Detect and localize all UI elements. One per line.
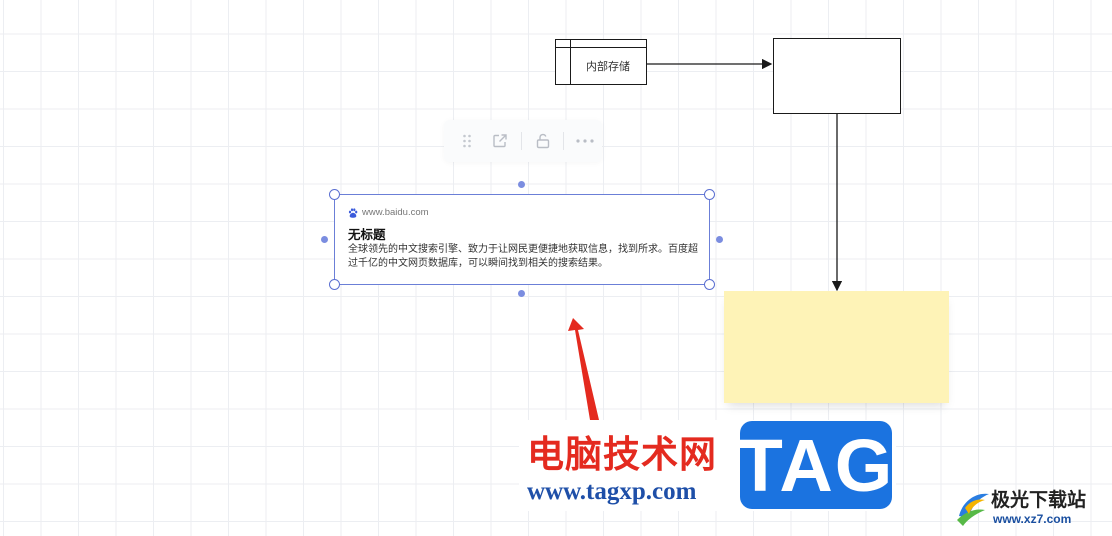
process-rectangle[interactable] [773, 38, 901, 114]
toolbar-separator [521, 132, 522, 150]
watermark-cn-text: 电脑技术网 [527, 433, 717, 476]
open-external-icon [493, 134, 507, 148]
open-link-button[interactable] [484, 124, 518, 158]
floating-toolbar [444, 120, 602, 162]
resize-handle-top-left[interactable] [329, 189, 340, 200]
resize-handle-bottom-right[interactable] [704, 279, 715, 290]
watermark-tag-logo: TAG [738, 421, 892, 509]
connector-point-bottom[interactable] [518, 290, 525, 297]
resize-handle-top-right[interactable] [704, 189, 715, 200]
resize-handle-bottom-left[interactable] [329, 279, 340, 290]
connector-point-left[interactable] [321, 236, 328, 243]
lock-button[interactable] [526, 124, 560, 158]
card-url-row: www.baidu.com [348, 207, 429, 218]
drag-handle-icon [462, 134, 471, 148]
toolbar-separator [563, 132, 565, 150]
card-title: 无标题 [348, 228, 386, 242]
red-pointer-arrow [568, 318, 599, 420]
card-description: 全球领先的中文搜索引擎、致力于让网民更便捷地获取信息，找到所求。百度超过千亿的中… [348, 244, 698, 269]
baidu-paw-icon [348, 207, 358, 218]
aurora-logo-icon [957, 493, 989, 526]
more-options-button[interactable] [568, 124, 602, 158]
brand-name: 极光下载站 [991, 489, 1087, 511]
connector-point-right[interactable] [716, 236, 723, 243]
unlock-icon [536, 133, 549, 149]
storage-label: 内部存储 [586, 61, 630, 73]
brand-url: www.xz7.com [993, 512, 1072, 526]
watermark-url: www.tagxp.com [527, 478, 697, 505]
brand-logo: 极光下载站 www.xz7.com [955, 484, 1105, 530]
drag-handle-button[interactable] [450, 124, 484, 158]
more-icon [576, 139, 594, 143]
internal-storage-shape[interactable]: 内部存储 [555, 39, 647, 85]
sticky-note[interactable] [724, 291, 949, 403]
card-url[interactable]: www.baidu.com [362, 207, 429, 218]
link-card[interactable]: www.baidu.com 无标题 全球领先的中文搜索引擎、致力于让网民更便捷地… [334, 194, 710, 285]
connector-point-top[interactable] [518, 181, 525, 188]
